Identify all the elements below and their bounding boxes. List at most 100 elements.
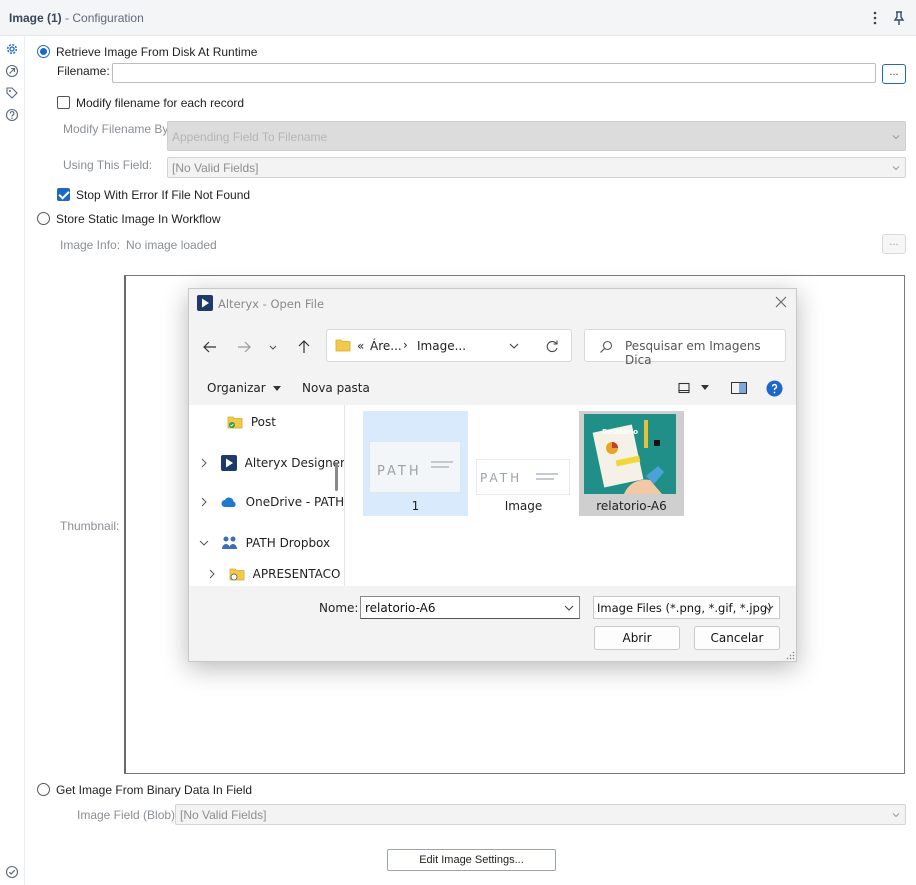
chevron-down-icon	[892, 135, 900, 140]
breadcrumb-item-area[interactable]: Áre...	[370, 339, 402, 353]
dropbox-icon	[221, 536, 237, 549]
address-bar[interactable]: « Áre... › Image...	[326, 329, 572, 362]
file-item-relatorio[interactable]: Relatório relatorio-A6	[579, 411, 684, 516]
back-arrow-icon[interactable]	[201, 339, 219, 355]
pin-icon[interactable]	[892, 9, 906, 27]
folder-check-icon	[227, 416, 243, 429]
help-icon[interactable]	[766, 380, 783, 397]
view-mode-icon[interactable]	[678, 382, 690, 394]
nav-item-onedrive[interactable]: OneDrive - PATH	[199, 495, 344, 509]
browse-image-button[interactable]: ...	[882, 234, 906, 254]
file-list-pane: PATH 1 PATH Image Relatório relatorio-A6	[344, 405, 796, 586]
alteryx-app-icon	[197, 295, 213, 311]
up-arrow-icon[interactable]	[295, 339, 313, 355]
chevron-down-icon[interactable]	[509, 342, 519, 350]
caret-down-icon[interactable]	[701, 385, 709, 391]
forward-arrow-icon[interactable]	[235, 339, 253, 355]
file-name-input[interactable]: relatorio-A6	[360, 596, 580, 619]
modify-by-select[interactable]: Appending Field To Filename	[167, 121, 906, 151]
configuration-panel: Image (1) - Configuration Retrieve Image…	[0, 0, 916, 885]
breadcrumb-prefix: «	[357, 339, 365, 353]
search-icon	[600, 340, 613, 353]
relatorio-illustration-thumbnail: Relatório	[584, 414, 676, 494]
dialog-title: Alteryx - Open File	[218, 297, 325, 311]
refresh-icon[interactable]	[545, 339, 559, 353]
using-field-label: Using This Field:	[63, 158, 153, 172]
thumb-relatorio-text: Relatório	[602, 428, 638, 436]
chevron-right-icon[interactable]	[207, 569, 217, 579]
preview-pane-icon[interactable]	[731, 382, 747, 394]
chevron-down-icon	[892, 166, 900, 171]
tag-icon[interactable]	[5, 86, 19, 100]
file-type-select[interactable]: Image Files (*.png, *.gif, *.jpg)	[593, 596, 780, 619]
stop-on-error-checkbox[interactable]	[57, 188, 70, 201]
navigation-pane: Post Alteryx Designer OneDrive - PATH PA…	[189, 405, 345, 586]
chevron-down-icon[interactable]	[564, 604, 574, 612]
breadcrumb-separator: ›	[403, 338, 408, 352]
chevron-right-icon[interactable]	[199, 458, 209, 468]
side-icon-rail	[0, 36, 25, 885]
close-icon[interactable]	[774, 295, 788, 309]
cancel-button[interactable]: Cancelar	[694, 626, 780, 650]
image-info-label: Image Info:	[60, 238, 121, 252]
chevron-down-icon[interactable]	[199, 538, 209, 548]
nav-item-dropbox[interactable]: PATH Dropbox	[199, 535, 330, 551]
edit-image-settings-button[interactable]: Edit Image Settings...	[387, 849, 556, 871]
help-icon[interactable]	[5, 108, 19, 122]
command-bar: Organizar Nova pasta	[189, 373, 796, 405]
new-folder-button[interactable]: Nova pasta	[302, 381, 370, 395]
tool-name: Image (1)	[9, 11, 62, 25]
browse-filename-button[interactable]: ...	[882, 64, 906, 84]
nav-item-label: OneDrive - PATH	[245, 495, 345, 509]
file-item-image[interactable]: PATH Image	[471, 411, 576, 516]
folder-sync-icon	[229, 568, 245, 581]
nav-item-apresentaco[interactable]: APRESENTACO	[207, 567, 340, 581]
file-name-value: relatorio-A6	[365, 601, 436, 615]
recent-locations-chevron-icon[interactable]	[267, 339, 279, 355]
panel-header: Image (1) - Configuration	[0, 0, 916, 36]
more-options-icon[interactable]	[870, 9, 880, 27]
thumb-logo-text: PATH	[377, 464, 422, 479]
stop-on-error-label: Stop With Error If File Not Found	[76, 188, 251, 202]
file-type-value: Image Files (*.png, *.gif, *.jpg)	[597, 601, 772, 615]
file-item-1[interactable]: PATH 1	[363, 411, 468, 516]
retrieve-from-disk-label: Retrieve Image From Disk At Runtime	[56, 45, 258, 59]
retrieve-from-disk-radio[interactable]	[37, 45, 50, 58]
breadcrumb-item-image[interactable]: Image...	[417, 339, 466, 353]
using-field-value: [No Valid Fields]	[172, 161, 259, 175]
modify-filename-label: Modify filename for each record	[76, 96, 245, 110]
filename-label: Filename:	[57, 64, 110, 78]
nav-item-post[interactable]: Post	[227, 415, 276, 429]
check-circle-icon[interactable]	[5, 865, 19, 879]
nav-scrollbar[interactable]	[335, 463, 338, 491]
chevron-right-icon[interactable]	[199, 497, 209, 507]
nav-item-alteryx-designer[interactable]: Alteryx Designer	[199, 455, 345, 471]
name-label: Nome:	[319, 601, 359, 615]
search-input[interactable]: Pesquisar em Imagens Dica	[584, 329, 786, 367]
blob-field-value: [No Valid Fields]	[180, 808, 267, 822]
file-name: Image	[504, 499, 543, 513]
resize-grip-icon[interactable]	[786, 651, 795, 660]
modify-filename-checkbox[interactable]	[57, 96, 70, 109]
blob-field-select[interactable]: [No Valid Fields]	[175, 804, 906, 825]
store-static-radio[interactable]	[37, 212, 50, 225]
path-logo-thumbnail: PATH	[369, 441, 461, 493]
file-name: 1	[411, 499, 420, 513]
organize-menu[interactable]: Organizar	[207, 381, 281, 395]
panel-title: Image (1) - Configuration	[9, 11, 144, 25]
binary-data-radio[interactable]	[37, 783, 50, 796]
file-name: relatorio-A6	[596, 499, 667, 513]
nav-item-label: APRESENTACO	[252, 567, 341, 581]
organize-label: Organizar	[207, 381, 266, 395]
gear-icon[interactable]	[5, 42, 19, 56]
blob-field-label: Image Field (Blob):	[77, 808, 179, 822]
filename-input[interactable]	[112, 63, 876, 83]
nav-item-label: Alteryx Designer	[244, 456, 345, 470]
chevron-down-icon	[764, 605, 774, 611]
modify-by-value: Appending Field To Filename	[172, 130, 328, 144]
using-field-select[interactable]: [No Valid Fields]	[167, 157, 906, 178]
open-button[interactable]: Abrir	[594, 626, 680, 650]
connection-icon[interactable]	[5, 64, 19, 78]
nav-item-label: Post	[250, 415, 276, 429]
path-logo-thumbnail: PATH	[476, 459, 570, 495]
